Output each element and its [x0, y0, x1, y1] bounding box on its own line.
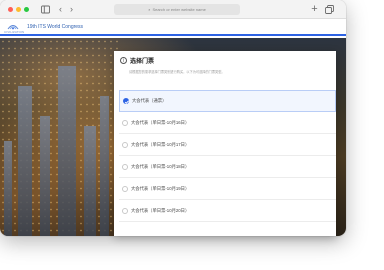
- radio-unchecked-icon[interactable]: [122, 119, 128, 126]
- radio-checked-icon[interactable]: [123, 98, 129, 104]
- ticket-label: 大会代表（单日票-10月17日）: [131, 141, 190, 147]
- minimize-window-button[interactable]: [16, 7, 21, 12]
- ticket-option[interactable]: 大会代表（单日票-10月18日）: [119, 156, 336, 178]
- back-icon[interactable]: ‹: [55, 4, 66, 15]
- close-window-button[interactable]: [8, 7, 13, 12]
- tabs-overview-icon[interactable]: [324, 4, 335, 15]
- ticket-option[interactable]: 大会代表（通票）: [119, 90, 336, 112]
- ticket-label: 大会代表（单日票-10月18日）: [131, 163, 190, 169]
- ticket-label: 大会代表（通票）: [132, 98, 167, 103]
- logo-text: CIVILIZATION: [4, 30, 25, 34]
- sidebar-icon[interactable]: [40, 4, 51, 15]
- radio-unchecked-icon[interactable]: [122, 207, 128, 214]
- panel-description: 请根据您的需求选择门票类别进行购买，以下为可选择的门票类型。: [129, 70, 225, 74]
- radio-unchecked-icon[interactable]: [122, 141, 128, 148]
- radio-unchecked-icon[interactable]: [122, 185, 128, 192]
- forward-icon[interactable]: ›: [66, 4, 77, 15]
- ticket-label: 大会代表（单日票-10月16日）: [131, 119, 190, 125]
- browser-toolbar: ‹ › ⌕ Search or enter website name +: [0, 0, 346, 19]
- new-tab-icon[interactable]: +: [309, 4, 320, 15]
- ticket-option[interactable]: 大会代表（单日票-10月16日）: [119, 112, 336, 134]
- ticket-list: 大会代表（通票） 大会代表（单日票-10月16日） 大会代表（单日票-10月17…: [119, 90, 336, 222]
- ticket-option[interactable]: 大会代表（单日票-10月17日）: [119, 134, 336, 156]
- ticket-label: 大会代表（单日票-10月20日）: [131, 207, 190, 213]
- site-title[interactable]: 19th ITS World Congress: [27, 24, 83, 30]
- ticket-option[interactable]: 大会代表（单日票-10月20日）: [119, 200, 336, 222]
- address-bar[interactable]: ⌕ Search or enter website name: [114, 4, 240, 15]
- address-text: Search or enter website name: [152, 7, 206, 12]
- search-icon: ⌕: [148, 7, 151, 12]
- zoom-window-button[interactable]: [24, 7, 29, 12]
- radio-unchecked-icon[interactable]: [122, 163, 128, 170]
- site-header: CIVILIZATION 19th ITS World Congress: [0, 19, 346, 36]
- ticket-selection-panel: i 选择门票 请根据您的需求选择门票类别进行购买，以下为可选择的门票类型。 大会…: [114, 51, 336, 236]
- panel-title: 选择门票: [130, 59, 155, 65]
- ticket-option[interactable]: 大会代表（单日票-10月19日）: [119, 178, 336, 200]
- info-icon: i: [120, 57, 127, 64]
- ticket-label: 大会代表（单日票-10月19日）: [131, 185, 190, 191]
